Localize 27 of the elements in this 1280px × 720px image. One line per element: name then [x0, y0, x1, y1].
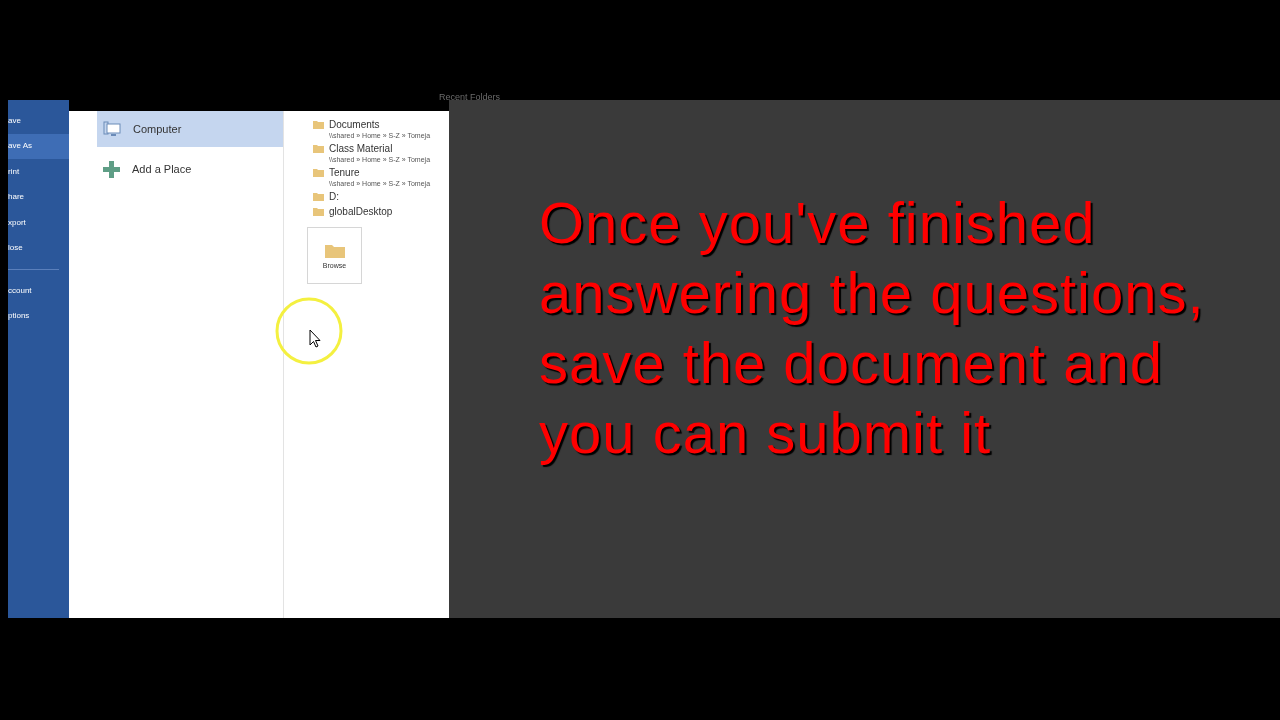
folder-name[interactable]: Class Material: [329, 143, 431, 154]
caption-text: Once you've finished answering the questions, save the document and you can submit it: [539, 189, 1206, 467]
folder-name[interactable]: globalDesktop: [329, 206, 393, 217]
menu-item[interactable]: rint: [8, 159, 69, 185]
menu-item[interactable]: ave As: [8, 133, 69, 159]
menu-item[interactable]: xport: [8, 210, 69, 236]
section-heading: Recent Folders: [439, 92, 501, 102]
folder-icon: [313, 192, 324, 201]
menu-item[interactable]: hare: [8, 184, 69, 210]
click-highlight-icon: [274, 296, 344, 366]
computer-icon: [103, 121, 121, 137]
folder-name[interactable]: D:: [329, 191, 339, 202]
folder-name[interactable]: Tenure: [329, 167, 431, 178]
menu-item[interactable]: lose: [8, 235, 69, 261]
plus-icon: [103, 160, 120, 178]
place-item[interactable]: Add a Place: [97, 151, 283, 187]
folder-icon: [313, 168, 324, 177]
menu-item[interactable]: ccount: [8, 278, 69, 304]
folder-icon: [313, 120, 324, 129]
menu-item[interactable]: ptions: [8, 303, 69, 329]
folder-icon: [313, 144, 324, 153]
folder-name[interactable]: Documents: [329, 119, 431, 130]
place-item[interactable]: Computer: [97, 111, 283, 147]
cursor-icon: [309, 329, 321, 348]
folder-icon: [324, 242, 345, 258]
folder-icon: [313, 207, 324, 216]
menu-item[interactable]: ave: [8, 108, 69, 134]
